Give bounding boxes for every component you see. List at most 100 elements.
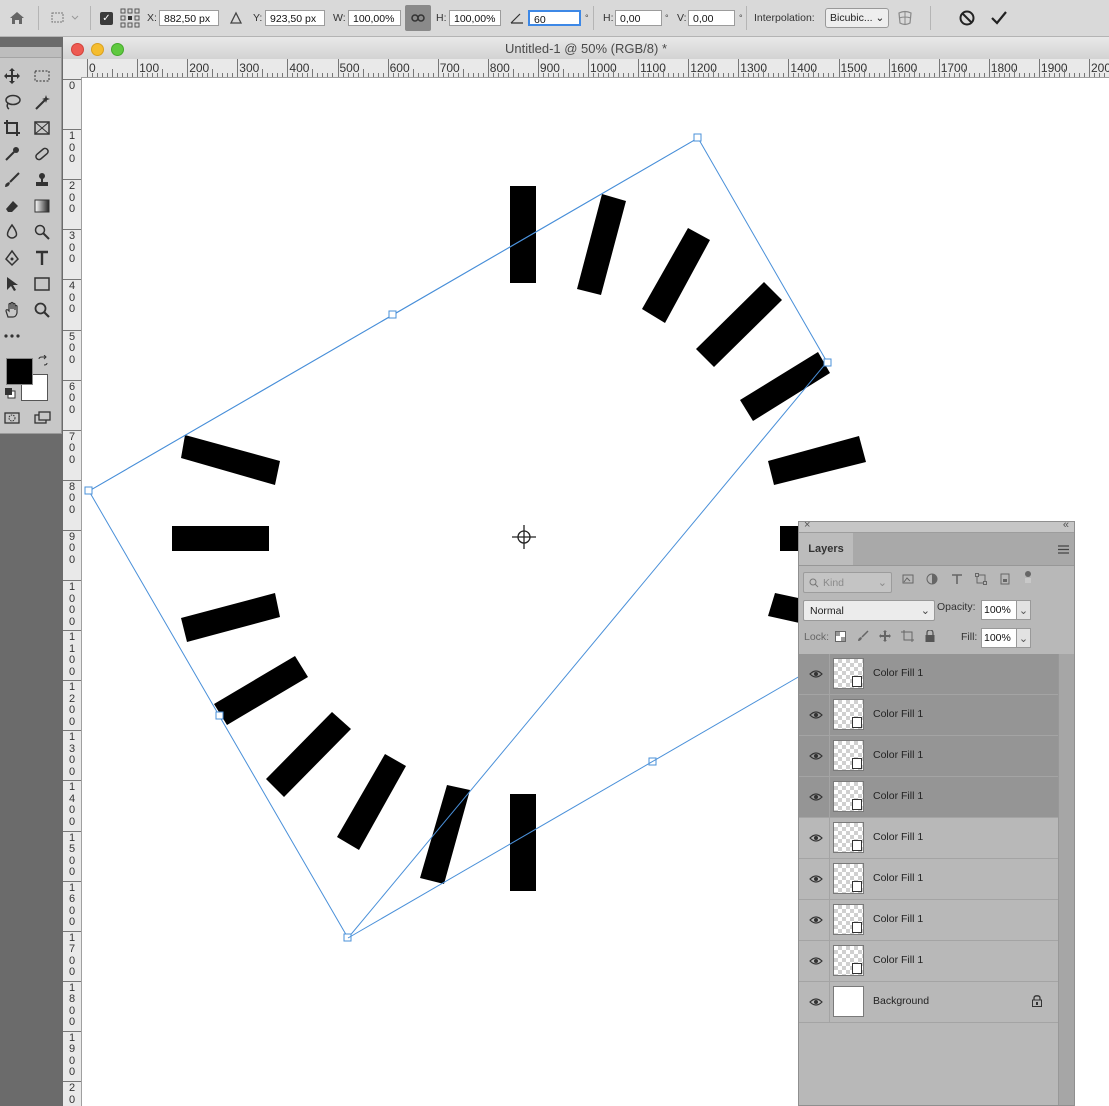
- layer-row[interactable]: Color Fill 1: [799, 859, 1059, 900]
- cancel-transform-icon[interactable]: [958, 0, 976, 36]
- layer-thumbnail[interactable]: [833, 658, 864, 689]
- collapse-panel-icon[interactable]: «: [1063, 519, 1069, 531]
- marquee-tool-icon[interactable]: [30, 65, 54, 87]
- layer-list-scrollbar[interactable]: [1058, 654, 1074, 1105]
- type-tool-icon[interactable]: [30, 247, 54, 269]
- visibility-eye-icon[interactable]: [809, 954, 823, 968]
- layer-row[interactable]: Color Fill 1: [799, 818, 1059, 859]
- link-icon[interactable]: [405, 5, 431, 31]
- layer-row[interactable]: Color Fill 1: [799, 941, 1059, 982]
- layer-thumbnail[interactable]: [833, 863, 864, 894]
- opacity-field[interactable]: 100%: [981, 600, 1018, 620]
- layer-row[interactable]: Color Fill 1: [799, 900, 1059, 941]
- visibility-eye-icon[interactable]: [809, 749, 823, 763]
- lasso-tool-icon[interactable]: [0, 91, 24, 113]
- default-colors-icon[interactable]: [5, 388, 16, 402]
- clone-stamp-tool-icon[interactable]: [30, 169, 54, 191]
- layer-name[interactable]: Color Fill 1: [873, 872, 923, 884]
- layer-thumbnail[interactable]: [833, 986, 864, 1017]
- reference-point-checkbox[interactable]: ✓: [100, 11, 113, 25]
- pen-tool-icon[interactable]: [0, 247, 24, 269]
- visibility-eye-icon[interactable]: [809, 790, 823, 804]
- shape-layer-filter-icon[interactable]: [975, 573, 987, 585]
- brush-tool-icon[interactable]: [0, 169, 24, 191]
- layer-name[interactable]: Color Fill 1: [873, 667, 923, 679]
- type-layer-filter-icon[interactable]: [951, 573, 963, 585]
- layer-name[interactable]: Color Fill 1: [873, 749, 923, 761]
- visibility-eye-icon[interactable]: [809, 913, 823, 927]
- layer-row[interactable]: Color Fill 1: [799, 654, 1059, 695]
- layer-name[interactable]: Color Fill 1: [873, 831, 923, 843]
- path-selection-tool-icon[interactable]: [0, 273, 24, 295]
- screen-mode-icon[interactable]: [30, 407, 54, 429]
- hand-tool-icon[interactable]: [0, 299, 24, 321]
- layer-thumbnail[interactable]: [833, 699, 864, 730]
- layer-row[interactable]: Background: [799, 982, 1059, 1023]
- fill-dropdown-icon[interactable]: ⌄: [1016, 628, 1031, 648]
- layer-thumbnail[interactable]: [833, 740, 864, 771]
- layer-thumbnail[interactable]: [833, 822, 864, 853]
- x-position-field[interactable]: 882,50 px: [159, 10, 219, 26]
- lock-all-icon[interactable]: [925, 630, 935, 642]
- skew-horizontal-field[interactable]: 0,00: [615, 10, 662, 26]
- visibility-eye-icon[interactable]: [809, 708, 823, 722]
- panel-menu-icon[interactable]: [1058, 545, 1069, 557]
- move-tool-icon[interactable]: [0, 65, 24, 87]
- visibility-eye-icon[interactable]: [809, 831, 823, 845]
- frame-tool-icon[interactable]: [30, 117, 54, 139]
- crop-tool-icon[interactable]: [0, 117, 24, 139]
- lock-position-icon[interactable]: [879, 630, 891, 642]
- swap-colors-icon[interactable]: [37, 354, 49, 370]
- ruler-origin[interactable]: [63, 59, 82, 78]
- layer-thumbnail[interactable]: [833, 781, 864, 812]
- interpolation-select[interactable]: Bicubic... ⌄: [825, 8, 890, 28]
- blend-mode-select[interactable]: Normal ⌄: [803, 600, 935, 621]
- layer-name[interactable]: Color Fill 1: [873, 708, 923, 720]
- y-position-field[interactable]: 923,50 px: [265, 10, 325, 26]
- skew-vertical-field[interactable]: 0,00: [688, 10, 735, 26]
- pixel-layer-filter-icon[interactable]: [902, 573, 914, 585]
- vertical-ruler[interactable]: 0 100 200 300 400 500 600 700 800 900 1000 1100 1200…: [63, 77, 82, 1106]
- lock-transparent-pixels-icon[interactable]: [835, 631, 846, 642]
- healing-brush-tool-icon[interactable]: [30, 143, 54, 165]
- filter-toggle-icon[interactable]: [1022, 570, 1034, 584]
- warp-mode-icon[interactable]: [896, 0, 914, 36]
- layer-row[interactable]: Color Fill 1: [799, 695, 1059, 736]
- zoom-tool-icon[interactable]: [30, 299, 54, 321]
- dodge-tool-icon[interactable]: [30, 221, 54, 243]
- transform-tool-preset-icon[interactable]: [50, 0, 80, 36]
- commit-transform-icon[interactable]: [990, 0, 1008, 36]
- layer-thumbnail[interactable]: [833, 904, 864, 935]
- rotation-angle-field[interactable]: 60: [528, 10, 581, 26]
- tab-layers[interactable]: Layers: [799, 533, 853, 565]
- blur-tool-icon[interactable]: [0, 221, 24, 243]
- layer-row[interactable]: Color Fill 1: [799, 736, 1059, 777]
- eyedropper-tool-icon[interactable]: [0, 143, 24, 165]
- filter-kind-select[interactable]: Kind ⌄: [803, 572, 892, 593]
- close-panel-icon[interactable]: ×: [804, 519, 810, 531]
- layer-thumbnail[interactable]: [833, 945, 864, 976]
- height-field[interactable]: 100,00%: [449, 10, 501, 26]
- fill-field[interactable]: 100%: [981, 628, 1018, 648]
- opacity-dropdown-icon[interactable]: ⌄: [1016, 600, 1031, 620]
- layer-name[interactable]: Color Fill 1: [873, 913, 923, 925]
- more-tools-icon[interactable]: [0, 325, 24, 347]
- relative-position-icon[interactable]: [229, 0, 243, 36]
- layer-name[interactable]: Color Fill 1: [873, 790, 923, 802]
- horizontal-ruler[interactable]: 0 100 200 300 400 500 600 700 800 900 1000 1100 1200…: [81, 59, 1109, 78]
- layer-name[interactable]: Color Fill 1: [873, 954, 923, 966]
- eraser-tool-icon[interactable]: [0, 195, 24, 217]
- tools-panel-grip[interactable]: [0, 47, 61, 58]
- reference-point-grid-icon[interactable]: [120, 0, 140, 36]
- layer-row[interactable]: Color Fill 1: [799, 777, 1059, 818]
- rectangle-tool-icon[interactable]: [30, 273, 54, 295]
- visibility-eye-icon[interactable]: [809, 667, 823, 681]
- lock-artboard-icon[interactable]: [901, 630, 914, 642]
- visibility-eye-icon[interactable]: [809, 995, 823, 1009]
- gradient-tool-icon[interactable]: [30, 195, 54, 217]
- quick-mask-icon[interactable]: [0, 407, 24, 429]
- smart-object-filter-icon[interactable]: [999, 573, 1011, 585]
- adjustment-layer-filter-icon[interactable]: [926, 573, 938, 585]
- lock-image-pixels-icon[interactable]: [857, 630, 869, 642]
- foreground-color-swatch[interactable]: [6, 358, 33, 385]
